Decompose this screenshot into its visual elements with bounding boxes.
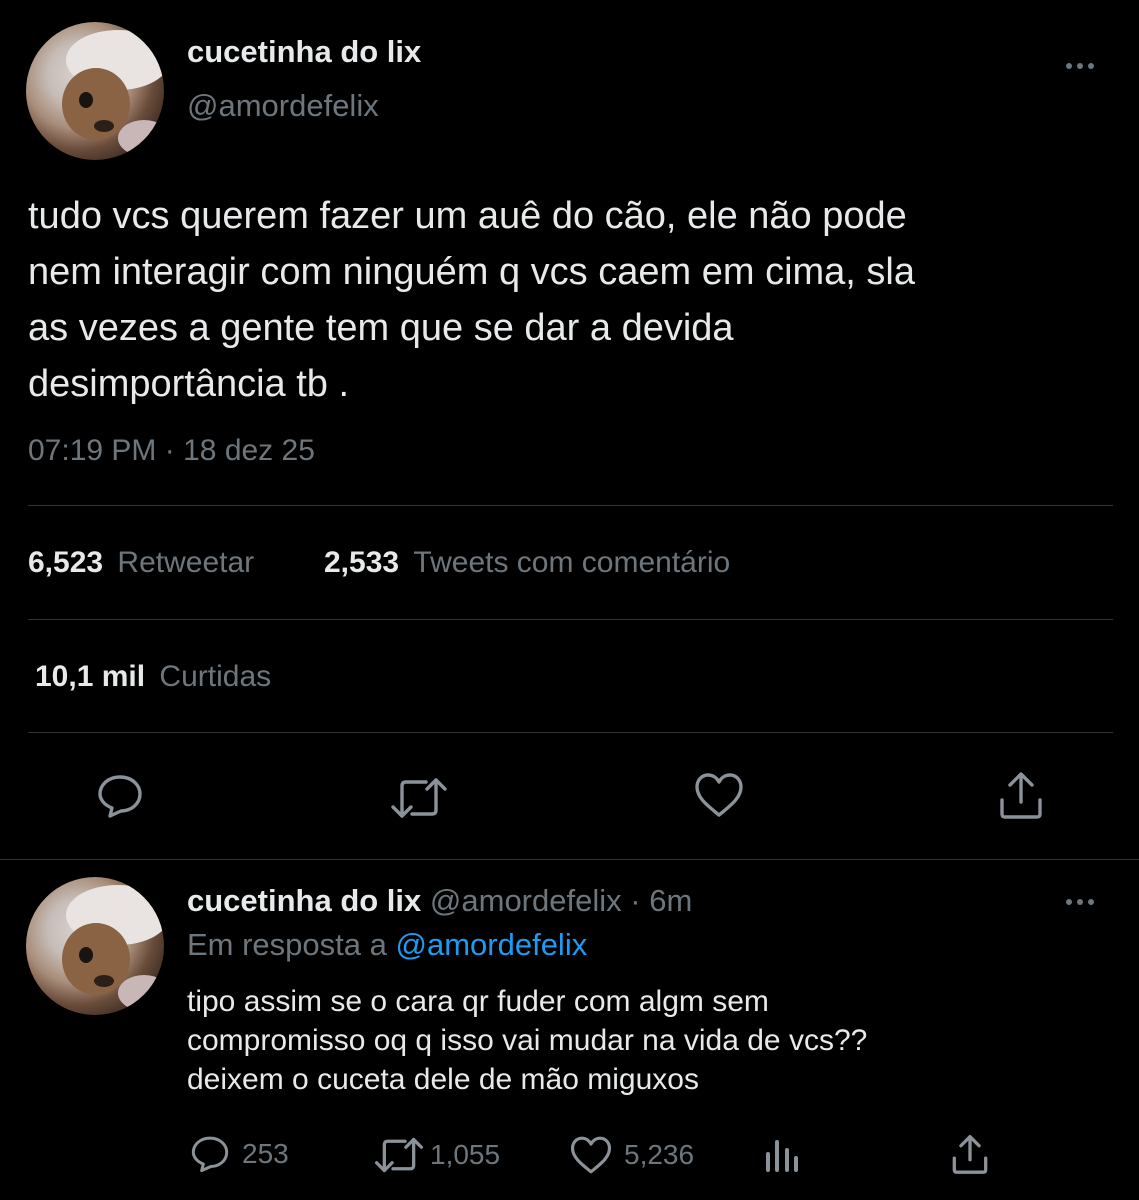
- separator-dot: ·: [630, 883, 641, 918]
- reply-age[interactable]: 6m: [649, 883, 692, 918]
- reply-count: 253: [242, 1138, 289, 1169]
- like-icon: [570, 1135, 612, 1175]
- divider: [28, 619, 1113, 620]
- retweet-count: 1,055: [430, 1139, 501, 1170]
- retweet-icon[interactable]: [390, 776, 448, 820]
- tweet-text-line: nem interagir com ninguém q vcs caem em …: [28, 251, 915, 293]
- replying-to-handle[interactable]: @amordefelix: [396, 927, 588, 962]
- reply-action-retweet[interactable]: 1,055: [374, 1136, 500, 1174]
- reply-text: tipo assim se o cara qr fuder com algm s…: [187, 982, 867, 1099]
- divider: [0, 859, 1139, 860]
- reply-text-line: tipo assim se o cara qr fuder com algm s…: [187, 985, 769, 1018]
- retweets-count: 6,523: [28, 546, 104, 579]
- reply-icon[interactable]: [96, 772, 144, 820]
- tweet-timestamp[interactable]: 07:19 PM · 18 dez 25: [28, 434, 315, 468]
- retweet-icon: [374, 1136, 424, 1174]
- reply-text-line: deixem o cuceta dele de mão miguxos: [187, 1063, 699, 1096]
- reply-avatar[interactable]: [26, 877, 164, 1015]
- more-options-icon[interactable]: [1066, 63, 1094, 69]
- analytics-icon[interactable]: [762, 1136, 802, 1174]
- reply-action-like[interactable]: 5,236: [570, 1135, 694, 1175]
- tweet-time: 07:19 PM: [28, 434, 157, 467]
- reply-author-handle[interactable]: @amordefelix: [430, 883, 622, 918]
- quote-tweets-stat[interactable]: 2,533 Tweets com comentário: [324, 546, 730, 580]
- like-count: 5,236: [624, 1139, 695, 1170]
- author-name[interactable]: cucetinha do lix: [187, 34, 421, 70]
- retweets-label: Retweetar: [117, 546, 255, 579]
- likes-label: Curtidas: [159, 660, 272, 693]
- reply-header: cucetinha do lix @amordefelix · 6m: [187, 883, 692, 919]
- quote-tweets-label: Tweets com comentário: [413, 546, 731, 579]
- reply-author-name[interactable]: cucetinha do lix: [187, 883, 421, 918]
- divider: [28, 505, 1113, 506]
- quote-tweets-count: 2,533: [324, 546, 400, 579]
- share-icon[interactable]: [951, 1133, 989, 1175]
- separator-dot: ·: [164, 434, 175, 467]
- like-icon[interactable]: [694, 772, 744, 818]
- avatar[interactable]: [26, 22, 164, 160]
- tweet-text-line: as vezes a gente tem que se dar a devida: [28, 307, 734, 349]
- retweets-stat[interactable]: 6,523 Retweetar: [28, 546, 254, 580]
- tweet-date: 18 dez 25: [183, 434, 315, 467]
- divider: [28, 732, 1113, 733]
- reply-more-options-icon[interactable]: [1066, 899, 1094, 905]
- tweet-text-line: tudo vcs querem fazer um auê do cão, ele…: [28, 195, 907, 237]
- likes-stat[interactable]: 10,1 mil Curtidas: [35, 660, 271, 694]
- reply-icon: [190, 1134, 230, 1174]
- tweet-text-line: desimportância tb .: [28, 363, 350, 405]
- tweet-text: tudo vcs querem fazer um auê do cão, ele…: [28, 188, 915, 412]
- author-handle[interactable]: @amordefelix: [187, 88, 379, 124]
- replying-to: Em resposta a @amordefelix: [187, 927, 587, 963]
- replying-to-label: Em resposta a: [187, 927, 387, 962]
- reply-text-line: compromisso oq q isso vai mudar na vida …: [187, 1024, 868, 1057]
- reply-action-reply[interactable]: 253: [190, 1134, 289, 1174]
- likes-count: 10,1 mil: [35, 660, 146, 693]
- share-icon[interactable]: [998, 770, 1044, 820]
